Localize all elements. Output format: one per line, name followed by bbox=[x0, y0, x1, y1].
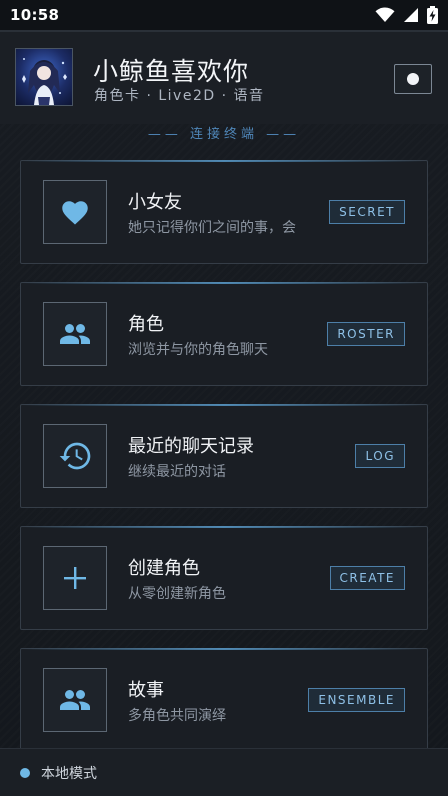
status-bar: 10:58 bbox=[0, 0, 448, 30]
card-title: 角色 bbox=[128, 314, 164, 335]
card-title: 小女友 bbox=[128, 192, 182, 213]
app-title: 小鲸鱼喜欢你 bbox=[93, 57, 250, 86]
card-create[interactable]: 创建角色 从零创建新角色 CREATE bbox=[20, 526, 428, 630]
card-description: 她只记得你们之间的事，会 bbox=[128, 220, 296, 236]
card-tag: ROSTER bbox=[327, 322, 405, 346]
battery-charging-icon bbox=[427, 6, 438, 24]
people-icon bbox=[59, 689, 91, 711]
wifi-icon bbox=[375, 7, 395, 23]
card-tag: ENSEMBLE bbox=[308, 688, 405, 712]
heart-icon bbox=[60, 198, 90, 226]
toggle-button[interactable] bbox=[394, 64, 432, 94]
card-description: 多角色共同演绎 bbox=[128, 708, 226, 724]
card-roster[interactable]: 角色 浏览并与你的角色聊天 ROSTER bbox=[20, 282, 428, 386]
footer-bar: 本地模式 bbox=[0, 748, 448, 796]
card-icon-box bbox=[43, 546, 107, 610]
card-description: 从零创建新角色 bbox=[128, 586, 226, 602]
card-tag: CREATE bbox=[329, 566, 405, 590]
app-header: 小鲸鱼喜欢你 角色卡 · Live2D · 语音 bbox=[0, 30, 448, 124]
system-icons bbox=[375, 6, 438, 24]
section-label: —— 连接终端 —— bbox=[147, 127, 301, 142]
card-title: 最近的聊天记录 bbox=[128, 436, 254, 457]
card-title: 故事 bbox=[128, 680, 164, 701]
card-secret[interactable]: 小女友 她只记得你们之间的事，会 SECRET bbox=[20, 160, 428, 264]
plus-icon bbox=[64, 567, 86, 589]
card-description: 浏览并与你的角色聊天 bbox=[128, 342, 268, 358]
card-tag: SECRET bbox=[329, 200, 405, 224]
card-icon-box bbox=[43, 668, 107, 732]
signal-icon bbox=[403, 7, 419, 23]
card-title: 创建角色 bbox=[128, 558, 200, 579]
status-time: 10:58 bbox=[10, 6, 60, 24]
card-description: 继续最近的对话 bbox=[128, 464, 226, 480]
card-tag: LOG bbox=[355, 444, 405, 468]
card-icon-box bbox=[43, 302, 107, 366]
card-ensemble[interactable]: 故事 多角色共同演绎 ENSEMBLE bbox=[20, 648, 428, 752]
character-avatar[interactable] bbox=[15, 48, 73, 106]
mode-label: 本地模式 bbox=[41, 766, 97, 782]
app-screen: 10:58 小鲸鱼喜欢你 角色卡 · Live2D · 语音 —— 连接终端 —… bbox=[0, 0, 448, 796]
card-icon-box bbox=[43, 180, 107, 244]
card-log[interactable]: 最近的聊天记录 继续最近的对话 LOG bbox=[20, 404, 428, 508]
status-dot-icon bbox=[20, 768, 30, 778]
app-subtitle: 角色卡 · Live2D · 语音 bbox=[94, 88, 265, 104]
history-icon bbox=[59, 441, 91, 471]
people-icon bbox=[59, 323, 91, 345]
card-icon-box bbox=[43, 424, 107, 488]
toggle-dot-icon bbox=[407, 73, 419, 85]
